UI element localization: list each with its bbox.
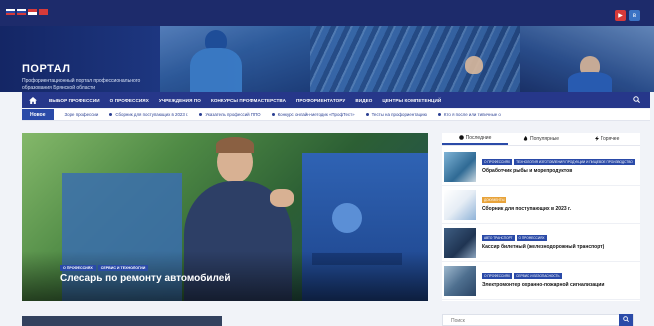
clock-icon xyxy=(458,134,464,142)
tab-popular[interactable]: Популярные xyxy=(508,133,574,145)
category-tag[interactable]: О ПРОФЕССИЯХ xyxy=(516,235,547,241)
post-title[interactable]: Обработчик рыбы и морепродуктов xyxy=(482,168,632,174)
bullet-icon xyxy=(271,113,275,116)
list-item[interactable]: О ПРОФЕССИЯХ СЕРВИС И БЕЗОПАСНОСТЬ Элект… xyxy=(442,262,640,300)
ticker-item-text[interactable]: Тесты на профориентацию xyxy=(372,112,427,117)
ticker-item[interactable]: Конкурс онлайн-методик «ПрофТест» xyxy=(261,112,355,117)
category-tag[interactable]: О ПРОФЕССИЯХ xyxy=(482,159,513,165)
banner-photo xyxy=(465,26,654,92)
site-tagline: Профориентационный портал профессиональн… xyxy=(22,78,141,91)
category-tag[interactable]: ДОКУМЕНТЫ xyxy=(482,197,507,203)
tab-label: Горячее xyxy=(600,136,620,142)
ticker-item[interactable]: Указатель профессий ППО xyxy=(188,112,261,117)
social-links: ▶ в xyxy=(615,10,640,21)
bullet-icon xyxy=(199,113,203,116)
search-icon[interactable] xyxy=(633,95,640,105)
featured-tags: О ПРОФЕССИЯХ СЕРВИС И ТЕХНОЛОГИИ xyxy=(60,265,149,271)
tab-label: Последние xyxy=(465,135,492,141)
post-body: О ПРОФЕССИЯХ ТЕХНОЛОГИЯ ИЗГОТОВЛЕНИЯ ПРО… xyxy=(482,159,635,174)
language-flags[interactable] xyxy=(6,9,48,15)
banner-photo xyxy=(310,26,520,92)
post-body: ДОКУМЕНТЫ Сборник для поступающих в 2023… xyxy=(482,197,632,212)
nav-item-career-advisor[interactable]: ПРОФОРИЕНТАТОРУ xyxy=(291,98,350,103)
top-bar: ▶ в xyxy=(0,0,654,26)
post-list: О ПРОФЕССИЯХ ТЕХНОЛОГИЯ ИЗГОТОВЛЕНИЯ ПРО… xyxy=(442,146,640,300)
post-tags: ДОКУМЕНТЫ xyxy=(482,197,632,203)
category-tag[interactable]: СЕРВИС И ТЕХНОЛОГИИ xyxy=(97,265,149,271)
ticker-item-text[interactable]: Кто я после или типичные о xyxy=(444,112,501,117)
search-widget xyxy=(442,314,634,326)
post-thumbnail[interactable] xyxy=(444,151,476,182)
ticker-label: Новое xyxy=(22,109,54,120)
list-item[interactable]: О ПРОФЕССИЯХ ТЕХНОЛОГИЯ ИЗГОТОВЛЕНИЯ ПРО… xyxy=(442,148,640,186)
article-thumbnail[interactable] xyxy=(22,316,222,326)
ticker-item[interactable]: Сборник для поступающих в 2023 г. xyxy=(98,112,188,117)
search-icon xyxy=(623,316,629,324)
tab-latest[interactable]: Последние xyxy=(442,133,508,145)
site-logo[interactable]: ПОРТАЛ xyxy=(22,63,70,75)
vk-icon[interactable]: в xyxy=(629,10,640,21)
flag-icon[interactable] xyxy=(28,9,37,15)
featured-title[interactable]: Слесарь по ремонту автомобилей xyxy=(60,273,230,284)
ticker-item-text[interactable]: Зоре профессии xyxy=(65,112,99,117)
nav-item-competence-centers[interactable]: ЦЕНТРЫ КОМПЕТЕНЦИЙ xyxy=(377,98,446,103)
ticker-item-text[interactable]: Сборник для поступающих в 2023 г. xyxy=(115,112,188,117)
post-thumbnail[interactable] xyxy=(444,189,476,220)
flag-icon[interactable] xyxy=(6,9,15,15)
ticker-item[interactable]: Тесты на профориентацию xyxy=(355,112,427,117)
sidebar-widget: Последние Популярные Горячее О ПРОФЕССИЯ… xyxy=(442,133,640,301)
post-thumbnail[interactable] xyxy=(444,265,476,296)
sidebar-tabs: Последние Популярные Горячее xyxy=(442,133,640,146)
post-thumbnail[interactable] xyxy=(444,227,476,258)
bullet-icon xyxy=(365,113,369,116)
tab-label: Популярные xyxy=(529,136,559,142)
bolt-icon xyxy=(594,135,599,143)
search-button[interactable] xyxy=(619,314,633,326)
bullet-icon xyxy=(437,113,441,116)
nav-item-career-choice[interactable]: ВЫБОР ПРОФЕССИИ xyxy=(44,98,105,103)
banner-photo xyxy=(160,26,310,92)
category-tag[interactable]: АВТО ТРАНСПОРТ xyxy=(482,235,515,241)
flag-icon[interactable] xyxy=(17,9,26,15)
ticker-item[interactable]: Зоре профессии xyxy=(54,112,99,117)
header-banner: ПОРТАЛ Профориентационный портал професс… xyxy=(0,26,654,92)
news-ticker: Новое Зоре профессии Сборник для поступа… xyxy=(22,109,650,121)
nav-item-about-professions[interactable]: О ПРОФЕССИЯХ xyxy=(105,98,154,103)
post-title[interactable]: Электромонтер охранно-пожарной сигнализа… xyxy=(482,282,632,288)
list-item[interactable]: ДОКУМЕНТЫ Сборник для поступающих в 2023… xyxy=(442,186,640,224)
tab-hot[interactable]: Горячее xyxy=(574,133,640,145)
list-item[interactable]: АВТО ТРАНСПОРТ О ПРОФЕССИЯХ Кассир билет… xyxy=(442,224,640,262)
main-nav: ВЫБОР ПРОФЕССИИ О ПРОФЕССИЯХ УЧРЕЖДЕНИЯ … xyxy=(22,92,650,108)
ticker-item-text[interactable]: Указатель профессий ППО xyxy=(205,112,260,117)
post-title[interactable]: Кассир билетный (железнодорожный транспо… xyxy=(482,244,632,250)
home-icon[interactable] xyxy=(22,92,44,108)
post-tags: АВТО ТРАНСПОРТ О ПРОФЕССИЯХ xyxy=(482,235,632,241)
ticker-item[interactable]: Кто я после или типичные о xyxy=(427,112,501,117)
category-tag[interactable]: О ПРОФЕССИЯХ xyxy=(482,273,513,279)
category-tag[interactable]: ТЕХНОЛОГИЯ ИЗГОТОВЛЕНИЯ ПРОДУКЦИИ И ПИЩЕ… xyxy=(514,159,635,165)
nav-item-contests[interactable]: КОНКУРСЫ ПРОФМАСТЕРСТВА xyxy=(206,98,291,103)
flame-icon xyxy=(523,135,528,143)
bullet-icon xyxy=(109,113,113,116)
nav-item-institutions[interactable]: УЧРЕЖДЕНИЯ ПО xyxy=(154,98,206,103)
search-input[interactable] xyxy=(451,317,601,325)
flag-icon[interactable] xyxy=(39,9,48,15)
post-tags: О ПРОФЕССИЯХ ТЕХНОЛОГИЯ ИЗГОТОВЛЕНИЯ ПРО… xyxy=(482,159,635,165)
category-tag[interactable]: СЕРВИС И БЕЗОПАСНОСТЬ xyxy=(514,273,562,279)
ticker-item-text[interactable]: Конкурс онлайн-методик «ПрофТест» xyxy=(278,112,355,117)
post-body: О ПРОФЕССИЯХ СЕРВИС И БЕЗОПАСНОСТЬ Элект… xyxy=(482,273,632,288)
nav-item-video[interactable]: ВИДЕО xyxy=(350,98,377,103)
ticker-items: Зоре профессии Сборник для поступающих в… xyxy=(54,112,501,117)
category-tag[interactable]: О ПРОФЕССИЯХ xyxy=(60,265,96,271)
post-body: АВТО ТРАНСПОРТ О ПРОФЕССИЯХ Кассир билет… xyxy=(482,235,632,250)
post-title[interactable]: Сборник для поступающих в 2023 г. xyxy=(482,206,632,212)
post-tags: О ПРОФЕССИЯХ СЕРВИС И БЕЗОПАСНОСТЬ xyxy=(482,273,632,279)
page: ▶ в ПОРТАЛ Профориентационный портал про… xyxy=(0,0,654,326)
youtube-icon[interactable]: ▶ xyxy=(615,10,626,21)
